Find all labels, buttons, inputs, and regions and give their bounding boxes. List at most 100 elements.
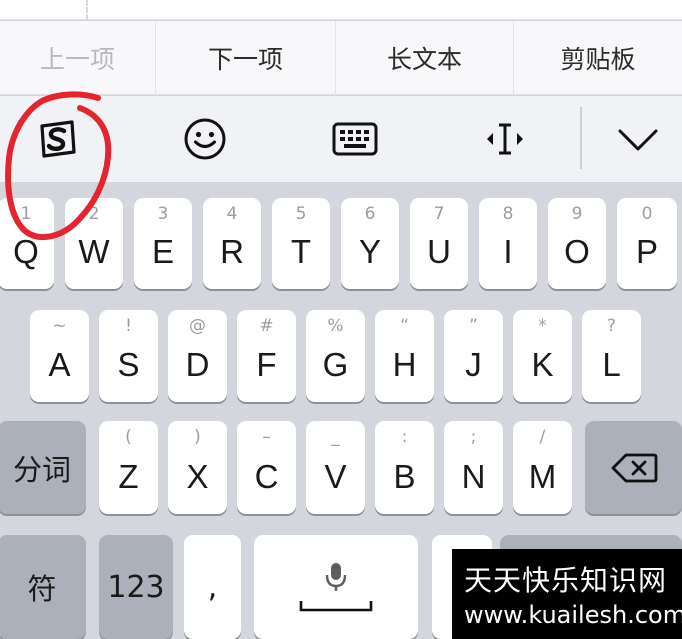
- watermark-url: www.kuailesh.com: [464, 601, 682, 629]
- key-sub-label: ;: [470, 427, 477, 447]
- top-content-strip: [0, 0, 682, 20]
- key-h[interactable]: “ H: [375, 310, 434, 402]
- space-key[interactable]: [254, 535, 418, 639]
- key-sub-label: 8: [502, 204, 514, 224]
- space-key-content: [254, 535, 418, 639]
- microphone-icon: [325, 563, 347, 591]
- divider-dashed: [86, 0, 88, 20]
- key-f[interactable]: # F: [237, 310, 296, 402]
- key-label: M: [528, 458, 557, 495]
- next-item-button[interactable]: 下一项: [156, 21, 336, 95]
- key-d[interactable]: @ D: [168, 310, 227, 402]
- key-u[interactable]: 7 U: [410, 198, 468, 289]
- key-q[interactable]: 1 Q: [0, 198, 54, 289]
- key-c[interactable]: – C: [237, 421, 296, 514]
- key-label: P: [635, 233, 658, 270]
- key-j[interactable]: ” J: [444, 310, 503, 402]
- segment-key[interactable]: 分词: [0, 421, 86, 514]
- key-e[interactable]: 3 E: [134, 198, 192, 289]
- key-label: G: [322, 346, 349, 383]
- cursor-move-button[interactable]: [472, 96, 538, 182]
- key-l[interactable]: ? L: [582, 310, 641, 402]
- key-label: L: [602, 346, 621, 383]
- key-sub-label: 6: [364, 204, 376, 224]
- space-bar-icon: [299, 601, 373, 612]
- keyboard-switch-button[interactable]: [322, 96, 388, 182]
- key-o[interactable]: 9 O: [548, 198, 606, 289]
- key-sub-label: 0: [641, 204, 653, 224]
- comma-key-label: ,: [207, 569, 218, 605]
- key-n[interactable]: ; N: [444, 421, 503, 514]
- numeric-key-label: 123: [107, 569, 165, 605]
- key-label: A: [48, 346, 71, 383]
- key-sub-label: ~: [52, 316, 67, 336]
- key-sub-label: ?: [606, 316, 617, 336]
- emoji-button[interactable]: [172, 96, 238, 182]
- key-b[interactable]: : B: [375, 421, 434, 514]
- delete-key-icon-wrap: [585, 421, 682, 514]
- comma-key[interactable]: ,: [184, 535, 241, 639]
- cursor-move-icon: [487, 123, 523, 155]
- backspace-icon: [611, 453, 657, 482]
- key-label: I: [503, 233, 513, 270]
- collapse-keyboard-button[interactable]: [606, 96, 670, 182]
- numeric-key[interactable]: 123: [99, 535, 173, 639]
- key-m[interactable]: / M: [513, 421, 572, 514]
- watermark-title: 天天快乐知识网: [464, 564, 668, 597]
- key-sub-label: 7: [433, 204, 445, 224]
- symbol-key-label: 符: [27, 572, 57, 606]
- key-sub-label: _: [331, 427, 340, 447]
- key-label: C: [254, 458, 279, 495]
- key-sub-label: !: [125, 316, 132, 336]
- key-label: T: [290, 233, 312, 270]
- key-t[interactable]: 5 T: [272, 198, 330, 289]
- key-label: Y: [358, 233, 381, 270]
- key-k[interactable]: * K: [513, 310, 572, 402]
- sogou-logo-button[interactable]: [22, 96, 92, 182]
- key-label: X: [186, 458, 209, 495]
- symbol-key[interactable]: 符: [0, 535, 86, 639]
- key-label: J: [465, 346, 482, 383]
- key-sub-label: 9: [571, 204, 583, 224]
- key-label: O: [564, 233, 590, 270]
- key-label: V: [324, 458, 347, 495]
- key-x[interactable]: ) X: [168, 421, 227, 514]
- key-sub-label: (: [125, 427, 132, 447]
- key-a[interactable]: ~ A: [30, 310, 89, 402]
- key-label: N: [461, 458, 486, 495]
- key-sub-label: #: [259, 316, 274, 336]
- key-s[interactable]: ! S: [99, 310, 158, 402]
- previous-item-button[interactable]: 上一项: [0, 21, 156, 95]
- key-label: E: [151, 233, 174, 270]
- delete-key[interactable]: [585, 421, 682, 514]
- key-label: S: [117, 346, 140, 383]
- key-sub-label: –: [262, 427, 271, 447]
- key-label: F: [256, 346, 277, 383]
- key-v[interactable]: _ V: [306, 421, 365, 514]
- key-p[interactable]: 0 P: [617, 198, 677, 289]
- collapse-chevron-icon: [618, 129, 658, 151]
- key-sub-label: 5: [295, 204, 307, 224]
- key-sub-label: /: [539, 427, 546, 447]
- emoji-icon: [184, 118, 226, 160]
- key-r[interactable]: 4 R: [203, 198, 261, 289]
- key-sub-label: “: [400, 316, 409, 336]
- key-label: K: [531, 346, 554, 383]
- key-g[interactable]: % G: [306, 310, 365, 402]
- key-label: R: [220, 233, 244, 270]
- clipboard-button[interactable]: 剪贴板: [514, 21, 682, 95]
- key-y[interactable]: 6 Y: [341, 198, 399, 289]
- key-z[interactable]: ( Z: [99, 421, 158, 514]
- key-i[interactable]: 8 I: [479, 198, 537, 289]
- long-text-button[interactable]: 长文本: [336, 21, 514, 95]
- key-sub-label: %: [327, 316, 344, 336]
- sogou-logo-icon: [40, 120, 76, 158]
- key-w[interactable]: 2 W: [65, 198, 123, 289]
- key-sub-label: 1: [20, 204, 32, 224]
- key-label: U: [427, 233, 451, 270]
- key-sub-label: *: [538, 316, 547, 336]
- key-label: W: [78, 233, 110, 270]
- key-label: B: [393, 458, 416, 495]
- key-sub-label: 3: [157, 204, 169, 224]
- key-sub-label: ): [194, 427, 201, 447]
